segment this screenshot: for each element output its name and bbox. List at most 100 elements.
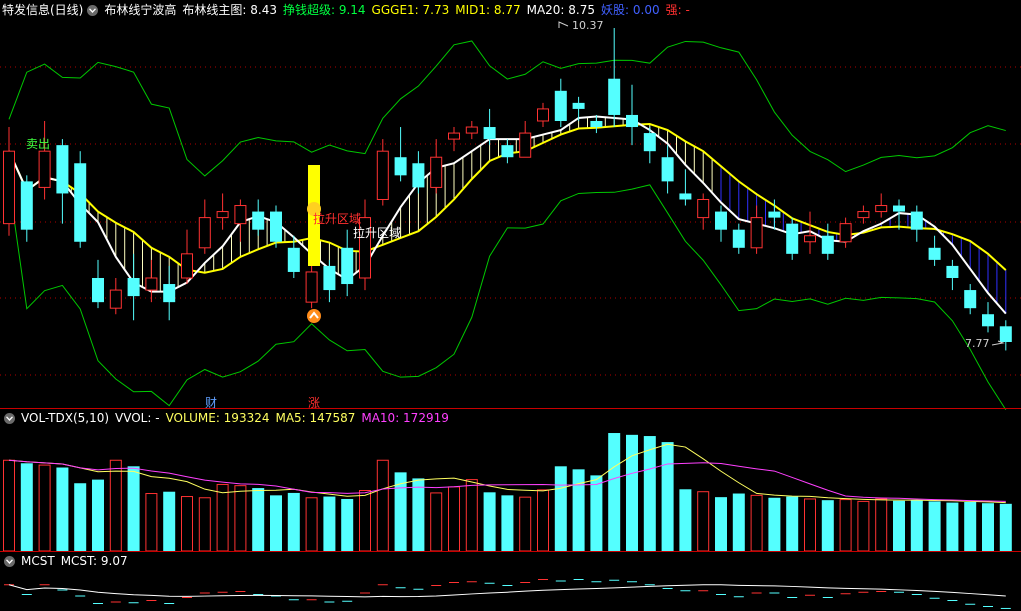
volume-bar-down	[163, 491, 176, 551]
volume-bar-down	[412, 478, 425, 551]
volume-bar-down	[483, 492, 496, 551]
volume-bar-up	[181, 496, 193, 552]
volume-bar-down	[626, 434, 638, 551]
volume-bar-down	[323, 496, 336, 551]
volume-bar-up	[145, 493, 158, 552]
volume-bar-down	[92, 479, 104, 551]
volume-indicator-name[interactable]: VOL-TDX(5,10)	[21, 410, 109, 426]
volume-bar-up	[359, 490, 371, 552]
kline-chart[interactable]	[0, 0, 1021, 611]
candle-down	[715, 211, 727, 230]
volume-bar-up	[430, 492, 443, 552]
candle-up	[537, 108, 549, 122]
candle-up	[234, 205, 247, 225]
volume-bar-up	[519, 496, 532, 552]
candle-up	[305, 271, 318, 303]
volume-bar-down	[821, 500, 834, 551]
low-price-label: 7.77	[965, 337, 990, 350]
candle-down	[893, 205, 905, 212]
volume-bar-down	[56, 467, 69, 551]
sell-signal-label: 卖出	[26, 137, 51, 151]
volume-header: VOL-TDX(5,10) VVOL: - VOLUME: 193324 MA5: …	[2, 410, 461, 426]
zone-label-white: 拉升区域	[353, 226, 402, 240]
candle-up	[198, 217, 211, 249]
mcst-indicator-name[interactable]: MCST	[21, 553, 55, 569]
candle-up	[857, 211, 870, 219]
volume-bar-up	[198, 497, 211, 552]
candle-down	[679, 193, 692, 200]
volume-ma10-line	[8, 459, 1006, 502]
volume-bar-up	[234, 485, 247, 552]
volume-value-2: MA5: 147587	[275, 411, 356, 425]
volume-bottom-border	[0, 551, 1021, 552]
high-price-label: 10.37	[572, 19, 604, 32]
volume-ma5-line	[8, 443, 1006, 504]
candle-down	[163, 284, 176, 303]
candle-up	[145, 277, 158, 291]
bollinger-lower-line	[8, 182, 1007, 410]
volume-bar-up	[38, 464, 51, 552]
candle-down	[20, 181, 33, 230]
candle-up	[3, 150, 15, 225]
volume-bar-down	[928, 501, 941, 551]
candle-up	[750, 217, 763, 249]
candle-down	[501, 145, 514, 158]
volume-bar-down	[893, 500, 905, 551]
volume-bar-down	[732, 493, 745, 551]
candle-down	[928, 247, 941, 260]
candle-down	[572, 102, 585, 109]
candle-down	[287, 247, 300, 272]
candle-down	[786, 223, 799, 254]
candle-down	[92, 277, 104, 303]
volume-value-0: VVOL: -	[115, 411, 160, 425]
volume-bar-up	[376, 459, 389, 552]
candle-up	[430, 156, 443, 188]
candle-down	[626, 114, 638, 128]
candle-up	[216, 211, 229, 219]
candle-up	[38, 150, 51, 188]
candle-down	[394, 157, 407, 176]
volume-bar-up	[875, 498, 888, 552]
candle-down	[323, 265, 336, 291]
volume-bar-down	[982, 503, 994, 551]
volume-bar-down	[786, 496, 799, 551]
volume-bar-down	[20, 463, 33, 551]
volume-bar-down	[270, 495, 282, 551]
volume-bar-down	[999, 503, 1012, 551]
volume-bar-up	[750, 494, 763, 552]
volume-bar-down	[608, 433, 621, 551]
volume-bar-up	[3, 459, 15, 552]
candle-down	[270, 211, 282, 242]
volume-bar-up	[465, 479, 478, 552]
candle-down	[127, 277, 140, 297]
candle-down	[964, 290, 977, 309]
volume-bar-down	[768, 497, 781, 551]
volume-bar-down	[679, 489, 692, 551]
candle-down	[768, 211, 781, 218]
candle-down	[74, 163, 87, 242]
candle-down	[821, 235, 834, 254]
chevron-down-icon[interactable]	[4, 555, 15, 567]
volume-bar-down	[572, 469, 585, 551]
volume-bar-down	[501, 495, 514, 551]
volume-bar-down	[661, 442, 674, 551]
candle-up	[839, 223, 852, 243]
candle-up	[376, 150, 389, 200]
candle-down	[56, 145, 69, 194]
chevron-down-icon[interactable]	[4, 412, 15, 424]
high-pointer-icon	[558, 21, 569, 28]
volume-bar-down	[946, 502, 959, 551]
volume-bar-up	[109, 459, 122, 552]
volume-bar-up	[537, 489, 549, 552]
candle-down	[661, 157, 674, 182]
volume-bar-down	[643, 436, 656, 551]
volume-bar-up	[216, 483, 229, 552]
candle-down	[412, 163, 425, 188]
candle-down	[732, 229, 745, 248]
candle-up	[697, 198, 710, 219]
volume-bar-up	[697, 491, 710, 552]
volume-bar-down	[341, 498, 354, 551]
volume-bar-down	[590, 475, 603, 551]
volume-bar-down	[74, 483, 87, 551]
candle-up	[875, 205, 888, 213]
